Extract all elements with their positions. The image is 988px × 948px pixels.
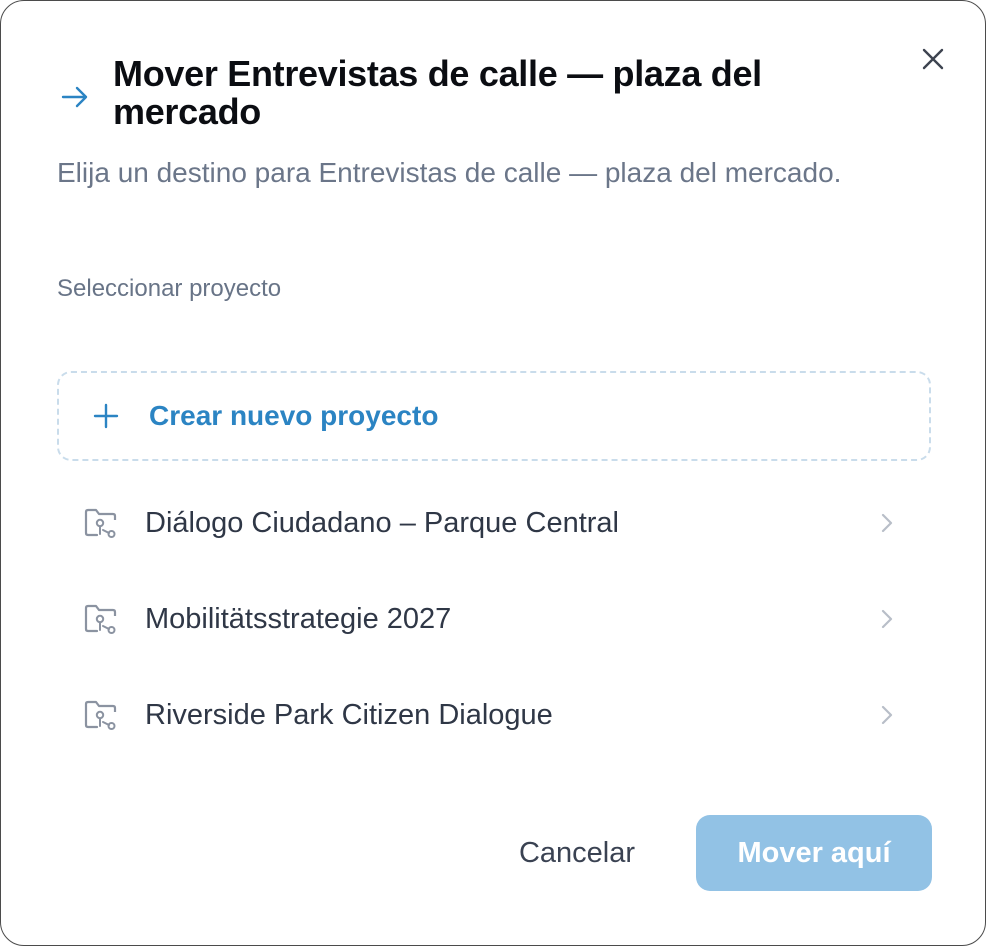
folder-key-icon [81,503,121,543]
folder-key-icon [81,695,121,735]
close-icon [922,48,944,70]
section-label: Seleccionar proyecto [57,275,282,302]
move-here-button[interactable]: Mover aquí [696,815,932,891]
plus-icon [91,401,121,431]
project-name: Diálogo Ciudadano – Parque Central [145,506,619,539]
dialog-title: Mover Entrevistas de calle — plaza del m… [113,53,762,132]
project-item[interactable]: Diálogo Ciudadano – Parque Central [57,475,931,571]
move-dialog: Mover Entrevistas de calle — plaza del m… [0,0,986,946]
project-name: Mobilitätsstrategie 2027 [145,602,452,635]
create-project-label: Crear nuevo proyecto [149,400,439,431]
dialog-description: Elija un destino para Entrevistas de cal… [57,157,842,188]
project-list: Diálogo Ciudadano – Parque Central Mobil… [57,475,931,763]
project-item[interactable]: Riverside Park Citizen Dialogue [57,667,931,763]
dialog-header: Mover Entrevistas de calle — plaza del m… [57,55,837,131]
project-item[interactable]: Mobilitätsstrategie 2027 [57,571,931,667]
cancel-button[interactable]: Cancelar [497,815,657,891]
create-project-button[interactable]: Crear nuevo proyecto [57,371,931,461]
folder-key-icon [81,599,121,639]
chevron-right-icon [873,509,901,537]
close-button[interactable] [911,37,955,81]
project-name: Riverside Park Citizen Dialogue [145,698,553,731]
chevron-right-icon [873,701,901,729]
chevron-right-icon [873,605,901,633]
arrow-right-icon [57,79,93,115]
